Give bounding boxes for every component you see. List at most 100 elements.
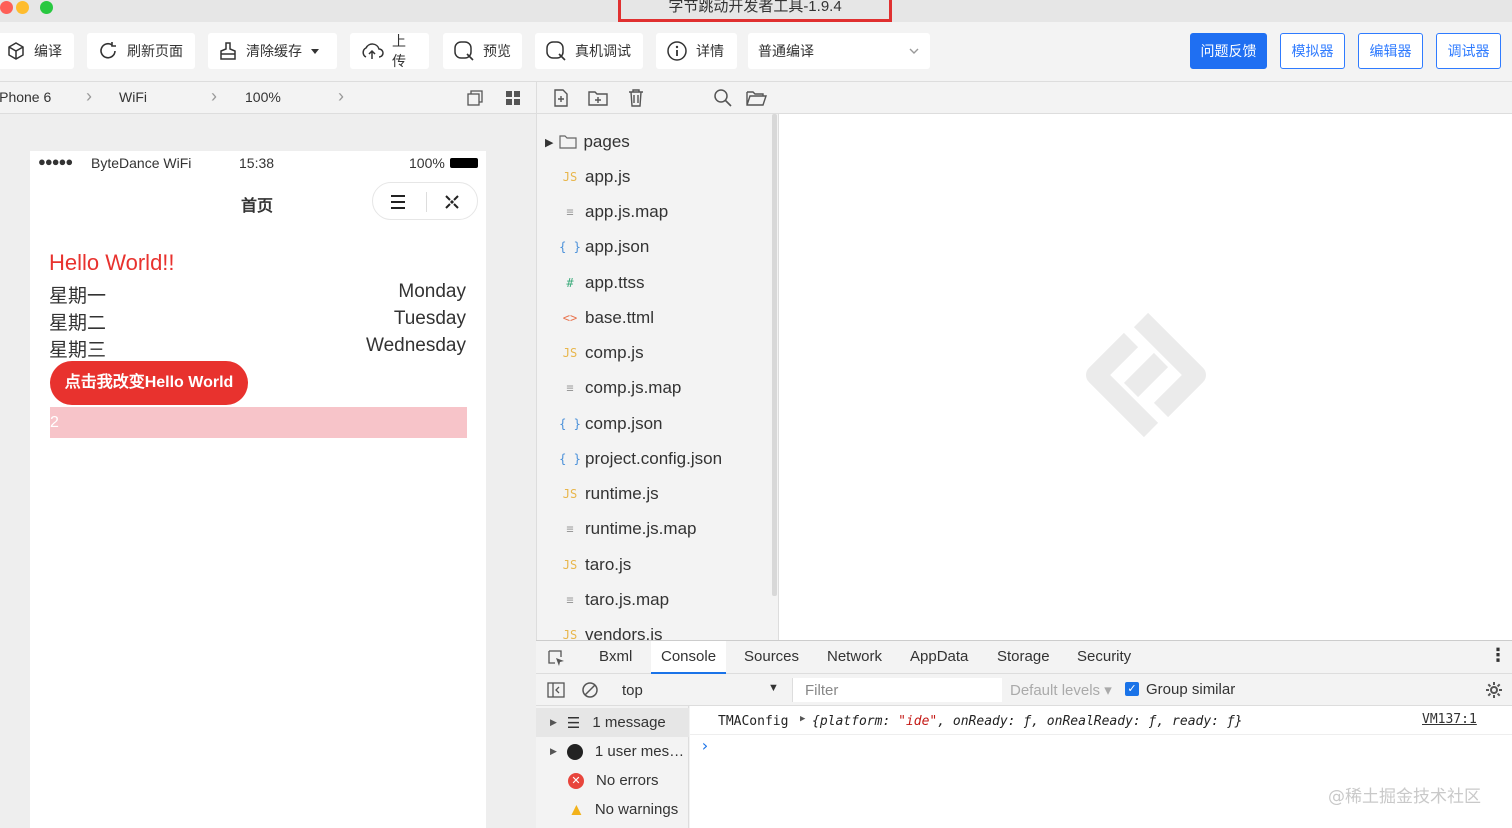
tab-network[interactable]: Network [827,641,882,674]
json-file-icon: { } [559,240,581,254]
tree-item-file[interactable]: { } project.config.json [559,444,722,474]
tree-item-file[interactable]: JS comp.js [559,338,644,368]
copy-window-icon[interactable] [466,89,484,107]
file-label: app.js.map [585,202,669,221]
tree-item-file[interactable]: { } app.json [559,232,649,262]
js-file-icon: JS [562,558,578,572]
simulator-toggle-button[interactable]: 模拟器 [1280,33,1345,69]
open-folder-icon[interactable] [745,88,767,108]
caret-right-icon[interactable]: ▶ [800,714,805,724]
more-vertical-icon[interactable]: ⋮ [1489,645,1507,666]
nav-title: 首页 [241,198,274,215]
search-icon[interactable] [713,88,733,108]
file-label: comp.js.map [585,378,682,397]
tab-bxml[interactable]: Bxml [599,641,632,674]
zoom-select[interactable]: 100% [245,89,281,105]
clear-cache-button[interactable]: 清除缓存 [208,33,337,69]
feedback-button[interactable]: 问题反馈 [1190,33,1267,69]
minimize-window-button[interactable] [16,1,29,14]
caret-right-icon: ▶ [545,136,554,149]
file-label: taro.js.map [585,590,670,609]
file-tree-scrollbar[interactable] [772,114,777,596]
tree-item-file[interactable]: ≡ runtime.js.map [559,514,696,544]
file-label: taro.js [585,555,632,574]
tree-item-file[interactable]: ≡ taro.js.map [559,585,669,615]
close-window-button[interactable] [0,1,13,14]
close-mini-program-icon[interactable] [443,193,461,211]
inspect-element-icon[interactable] [547,649,565,667]
row-en: Wednesday [366,335,466,356]
gear-icon[interactable] [1485,681,1503,699]
change-hello-button[interactable]: 点击我改变Hello World [50,361,248,405]
refresh-page-button[interactable]: 刷新页面 [87,33,195,69]
tree-item-file[interactable]: ≡ comp.js.map [559,373,681,403]
editor-tab-bar [778,82,1512,114]
sidebar-toggle-icon[interactable] [547,681,565,699]
tab-storage[interactable]: Storage [997,641,1050,674]
new-folder-icon[interactable] [587,88,609,108]
tab-appdata[interactable]: AppData [910,641,968,674]
warning-icon: ▲ [568,799,585,819]
tree-item-file[interactable]: ≡ app.js.map [559,197,668,227]
tree-item-pages[interactable]: ▶ pages [545,127,630,157]
signal-indicator: ●●●●● [38,154,73,169]
compile-mode-select[interactable]: 普通编译 [748,33,930,69]
hello-text: Hello World!! [49,250,175,275]
sidebar-item-warnings[interactable]: ▲ No warnings [536,795,689,824]
caret-down-icon: ▼ [768,682,779,694]
tab-security[interactable]: Security [1077,641,1131,674]
sidebar-item-errors[interactable]: ✕ No errors [536,766,689,795]
tree-item-file[interactable]: <> base.ttml [559,303,654,333]
debugger-toggle-button[interactable]: 调试器 [1436,33,1501,69]
folder-icon [559,135,578,149]
tab-console[interactable]: Console [651,641,727,674]
row-en: Tuesday [393,308,466,329]
group-similar-label: Group similar [1146,681,1236,698]
chevron-right-icon: › [211,86,217,106]
refresh-label: 刷新页面 [127,43,183,59]
broom-icon [220,42,236,60]
tree-item-file[interactable]: { } comp.json [559,409,662,439]
tree-item-file[interactable]: # app.ttss [559,268,644,298]
tree-item-file[interactable]: JS runtime.js [559,479,659,509]
tree-item-file[interactable]: JS vendors.js [559,620,663,640]
chevron-down-icon [909,48,919,54]
device-select[interactable]: iPhone 6 [0,89,51,105]
device-debug-button[interactable]: 真机调试 [535,33,643,69]
preview-button[interactable]: 预览 [443,33,522,69]
battery-icon [450,158,478,168]
log-source-link[interactable]: VM137:1 [1422,712,1477,727]
tree-item-file[interactable]: JS app.js [559,162,631,192]
sidebar-item-user-messages[interactable]: ▶ 1 user mes… [536,737,689,766]
capsule-menu [372,182,478,220]
grid-icon[interactable] [504,89,522,107]
js-file-icon: JS [562,487,578,501]
details-label: 详情 [696,43,724,59]
file-label: project.config.json [585,449,723,468]
log-object[interactable]: {platform: "ide", onReady: ƒ, onRealRead… [812,714,1242,729]
new-file-icon[interactable] [551,88,571,108]
clear-console-icon[interactable] [581,681,599,699]
editor-toggle-button[interactable]: 编辑器 [1358,33,1423,69]
filter-input[interactable]: Filter [792,678,1002,702]
details-button[interactable]: 详情 [656,33,737,69]
device-debug-label: 真机调试 [575,43,631,59]
log-levels-select[interactable]: Default levels ▾ [1010,681,1112,699]
sidebar-item-label: 1 user mes… [594,743,685,760]
sidebar-item-messages[interactable]: ▶ ☰ 1 message [536,708,689,737]
upload-button[interactable]: 上传 [350,33,429,69]
tree-item-file[interactable]: JS taro.js [559,550,632,580]
zoom-window-button[interactable] [40,1,53,14]
json-file-icon: { } [559,452,581,466]
row-cn: 星期三 [49,340,107,361]
compile-button[interactable]: 编译 [0,33,74,69]
file-tree: ▶ pages JS app.js ≡ app.js.map { } app.json… [536,114,778,640]
context-select[interactable]: top ▼ [616,678,786,702]
file-label: app.js [585,167,631,186]
trash-icon[interactable] [626,88,646,108]
network-select[interactable]: WiFi [119,89,147,105]
console-prompt[interactable]: › [700,736,710,755]
group-similar-checkbox[interactable]: ✓ [1125,682,1139,696]
tab-sources[interactable]: Sources [744,641,799,674]
menu-icon[interactable] [389,193,407,211]
